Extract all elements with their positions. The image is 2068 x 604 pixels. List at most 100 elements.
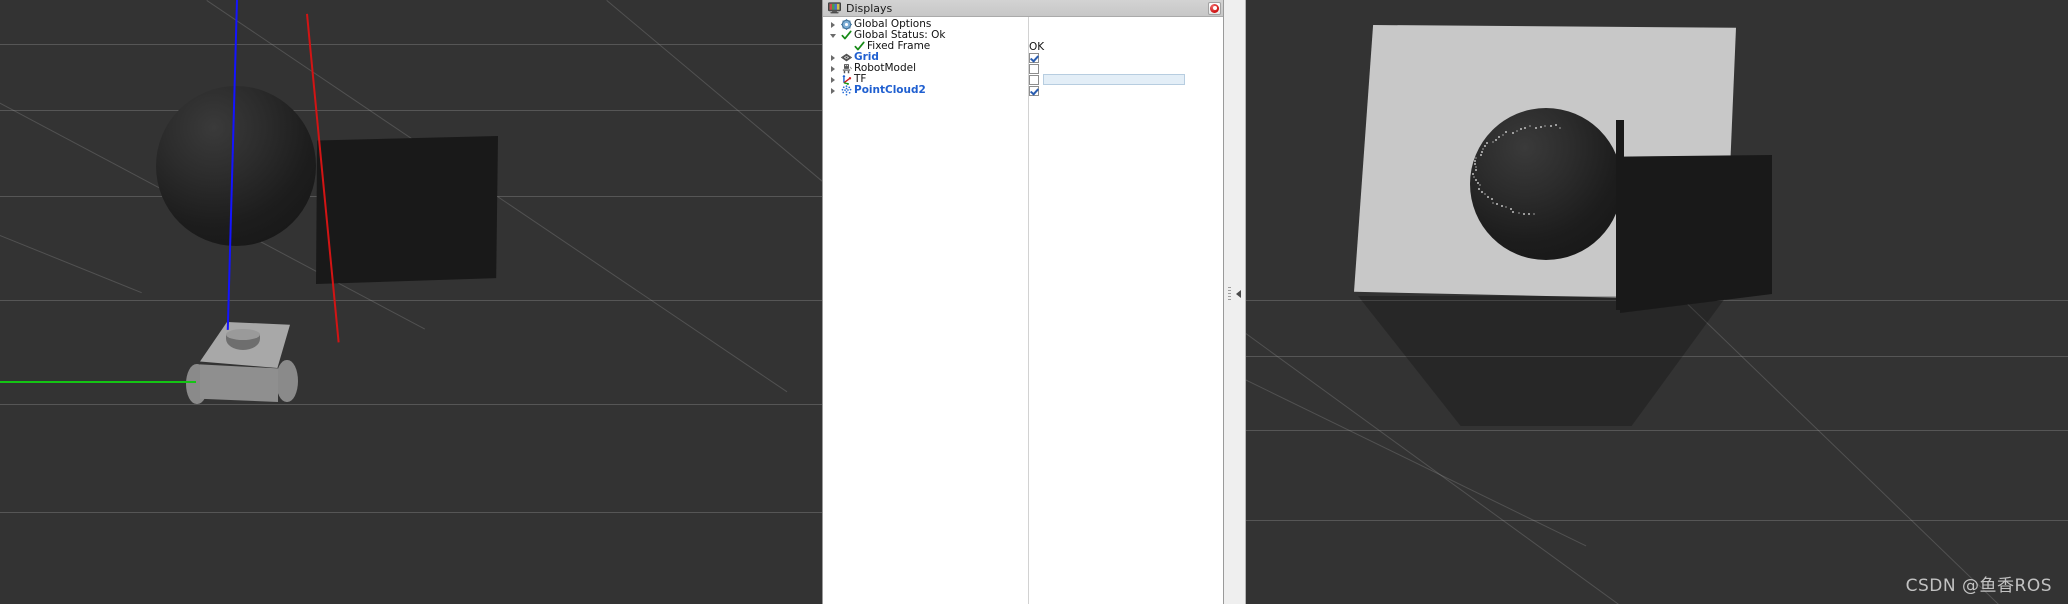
laser-scan-point [1481, 151, 1483, 154]
grip-dots-icon [1228, 287, 1231, 300]
laser-scan-point [1496, 203, 1499, 206]
laser-scan-point [1474, 156, 1477, 159]
laser-scan-point [1491, 197, 1494, 200]
rviz-window: Displays Global Options Global Status: Ok… [0, 0, 2068, 604]
chevron-down-icon[interactable] [826, 34, 839, 38]
tree-row-icon [839, 52, 854, 63]
enable-checkbox[interactable] [1029, 52, 1039, 63]
close-button[interactable] [1208, 1, 1221, 15]
laser-scan-point [1509, 207, 1512, 210]
robot-body-front [200, 364, 278, 402]
laser-scan-point [1483, 193, 1486, 196]
laser-scan-point [1505, 131, 1508, 134]
laser-scan-point [1473, 175, 1476, 178]
laser-scan-point [1474, 166, 1477, 169]
tree-row-value: OK [1029, 40, 1045, 53]
robot-wheel-right [276, 360, 298, 402]
laser-scan-point [1554, 124, 1557, 127]
dark-box [1620, 155, 1772, 313]
enable-checkbox[interactable] [1029, 85, 1039, 96]
laser-scan-point [1475, 169, 1478, 172]
tree-row-value [1029, 52, 1039, 63]
dark-box [316, 136, 498, 284]
tree-row-icon [839, 63, 854, 74]
enable-checkbox[interactable] [1029, 74, 1039, 85]
viewport-right-camera-view[interactable] [1246, 0, 2068, 604]
robot-sensor-cylinder-top [226, 329, 260, 340]
laser-scan-point [1492, 141, 1495, 144]
laser-scan-point [1474, 178, 1477, 181]
displays-panel-title: Displays [846, 1, 893, 15]
chevron-right-icon[interactable] [826, 55, 839, 61]
laser-scan-point [1474, 159, 1477, 162]
laser-scan-point [1515, 129, 1518, 132]
laser-scan-point [1487, 195, 1490, 198]
chevron-right-icon[interactable] [826, 88, 839, 94]
tree-row-label: PointCloud2 [854, 84, 926, 96]
panel-splitter[interactable] [1224, 0, 1246, 604]
laser-scan-point [1501, 133, 1504, 136]
robot-model [186, 320, 306, 412]
viewport-left-3d-view[interactable] [0, 0, 822, 604]
dark-box-edge [1616, 120, 1624, 310]
laser-scan-point [1476, 181, 1479, 184]
laser-scan-point [1524, 126, 1527, 129]
enable-checkbox[interactable] [1029, 63, 1039, 74]
dark-sphere [156, 86, 316, 246]
laser-scan-points [1470, 108, 1622, 260]
tf-axes-icon [842, 75, 852, 85]
status-ok-check-icon [841, 30, 852, 40]
laser-scan-point [1482, 148, 1485, 151]
splitter-collapse-handle[interactable] [1224, 287, 1245, 300]
laser-scan-point [1549, 124, 1552, 127]
laser-scan-point [1519, 128, 1522, 131]
gear-icon [841, 19, 852, 30]
tree-row-icon [839, 30, 854, 41]
robot-model-icon [842, 64, 852, 74]
laser-scan-point [1484, 145, 1487, 148]
laser-scan-point [1527, 212, 1530, 215]
chevron-left-icon [1236, 289, 1241, 298]
laser-scan-point [1471, 172, 1474, 175]
laser-scan-point [1544, 125, 1547, 128]
axis-line-y [0, 381, 196, 383]
tree-row[interactable]: PointCloud2 [826, 85, 1223, 96]
laser-scan-point [1479, 184, 1482, 187]
laser-scan-point [1511, 131, 1514, 134]
tree-row-value [1029, 85, 1039, 96]
tree-row-value [1029, 74, 1039, 85]
displays-panel-titlebar: Displays [823, 0, 1223, 17]
laser-scan-point [1532, 213, 1535, 216]
laser-scan-point [1491, 201, 1494, 204]
tree-row-icon [839, 19, 854, 30]
tree-row-icon [839, 74, 854, 85]
laser-scan-point [1529, 125, 1532, 128]
laser-scan-point [1539, 125, 1542, 128]
tree-row[interactable]: RobotModel [826, 63, 1223, 74]
displays-tree-area[interactable]: Global Options Global Status: Ok Fixed Fra… [823, 17, 1223, 604]
laser-scan-point [1477, 188, 1480, 191]
laser-scan-point [1474, 163, 1477, 166]
tree-row-value [1029, 63, 1039, 74]
laser-scan-point [1498, 136, 1501, 139]
laser-scan-point [1559, 126, 1562, 129]
chevron-right-icon[interactable] [826, 22, 839, 28]
monitor-icon [828, 2, 841, 14]
tree-row-icon [839, 85, 854, 96]
close-icon [1210, 3, 1219, 13]
laser-scan-point [1512, 211, 1515, 214]
grid-display-icon [841, 53, 852, 62]
pointcloud-icon [841, 85, 852, 96]
laser-scan-point [1479, 154, 1482, 157]
chevron-right-icon[interactable] [826, 66, 839, 72]
laser-scan-point [1500, 205, 1503, 208]
tree-column-divider [1028, 17, 1029, 604]
displays-panel: Displays Global Options Global Status: Ok… [822, 0, 1224, 604]
chevron-right-icon[interactable] [826, 77, 839, 83]
laser-scan-point [1534, 126, 1537, 129]
value-edit-field[interactable] [1043, 74, 1185, 85]
tree-row[interactable]: Fixed Frame [826, 41, 1223, 52]
laser-scan-point [1486, 142, 1489, 145]
laser-scan-point [1495, 138, 1498, 141]
laser-scan-point [1480, 190, 1483, 193]
